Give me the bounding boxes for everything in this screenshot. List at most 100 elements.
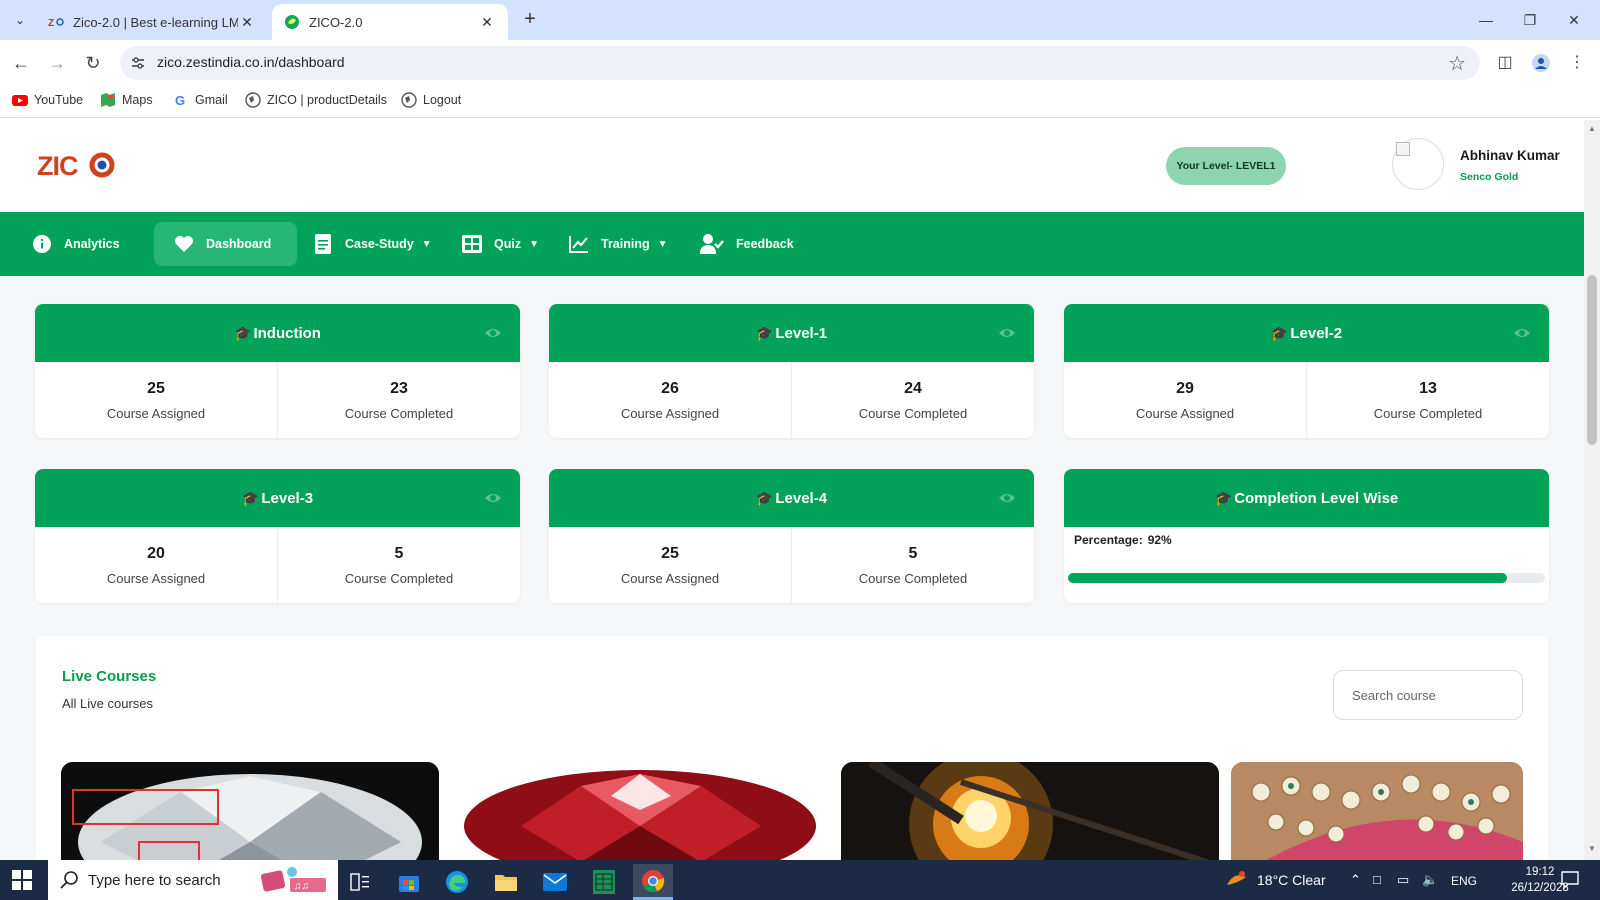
site-header: ZIC Your Level- LEVEL1 Abhinav Kumar Sen… <box>0 120 1584 212</box>
microsoft-store-icon[interactable] <box>389 864 429 900</box>
site-settings-icon[interactable] <box>130 55 146 71</box>
back-button[interactable]: ← <box>8 50 34 76</box>
course-card-level-3: 🎓 Level-3 20 Course Assigned 5 Course Comp… <box>35 469 520 603</box>
file-explorer-icon[interactable] <box>486 864 526 900</box>
bookmark-star-icon[interactable]: ☆ <box>1448 51 1466 76</box>
eye-icon[interactable] <box>484 489 502 507</box>
zico-favicon-icon: Z <box>48 18 64 29</box>
show-hidden-icons-chevron-icon[interactable]: ⌃ <box>1350 872 1361 888</box>
eye-icon[interactable] <box>998 489 1016 507</box>
tab-close-icon[interactable]: ✕ <box>238 14 256 31</box>
course-completed-stat: 13 Course Completed <box>1306 362 1549 438</box>
graduation-cap-icon: 🎓 <box>234 324 252 341</box>
svg-text:♫♫: ♫♫ <box>294 881 309 892</box>
weather-icon[interactable] <box>1224 869 1248 891</box>
nav-item-case-study[interactable]: Case-Study ▼ <box>313 222 432 266</box>
maps-icon <box>101 93 115 107</box>
search-highlight-illustration: ♫♫ <box>260 867 326 892</box>
avatar[interactable] <box>1392 138 1444 190</box>
card-title: Level-3 <box>261 489 314 507</box>
zico-logo[interactable]: ZIC <box>36 146 116 182</box>
nav-item-training[interactable]: Training ▼ <box>569 222 668 266</box>
nav-item-quiz[interactable]: Quiz ▼ <box>462 222 539 266</box>
card-header: 🎓 Level-4 <box>549 469 1034 527</box>
task-view-icon[interactable] <box>340 864 380 900</box>
bookmark-gmail[interactable]: G Gmail <box>173 92 228 108</box>
minimize-button[interactable]: — <box>1466 6 1506 34</box>
language-indicator[interactable]: ENG <box>1451 874 1477 888</box>
browser-menu-icon[interactable]: ⋮ <box>1564 50 1590 76</box>
diamond-image <box>61 762 439 860</box>
eye-icon[interactable] <box>1513 324 1531 342</box>
card-title: Completion Level Wise <box>1234 489 1399 507</box>
svg-text:Z: Z <box>48 18 54 29</box>
page-scrollbar[interactable]: ▲ ▼ <box>1584 120 1600 860</box>
edge-icon[interactable] <box>437 864 477 900</box>
live-courses-section: Live Courses All Live courses <box>36 636 1548 860</box>
course-card-level-1: 🎓 Level-1 26 Course Assigned 24 Course Com… <box>549 304 1034 438</box>
nav-item-analytics[interactable]: Analytics <box>32 222 120 266</box>
notifications-icon[interactable] <box>1560 870 1580 890</box>
windows-taskbar: Type here to search ♫♫ 18°C Clear ⌃ □ ▭ … <box>0 860 1600 900</box>
heart-icon <box>174 234 194 254</box>
meet-now-icon[interactable]: □ <box>1373 872 1381 887</box>
course-assigned-stat: 29 Course Assigned <box>1135 380 1235 421</box>
bookmark-zico-product-details[interactable]: ZICO | productDetails <box>245 92 387 108</box>
completion-progress-bar <box>1068 573 1545 583</box>
info-icon <box>32 234 52 254</box>
weather-text[interactable]: 18°C Clear <box>1257 872 1326 888</box>
eye-icon[interactable] <box>998 324 1016 342</box>
forward-button[interactable]: → <box>44 50 70 76</box>
windows-start-icon[interactable] <box>12 870 32 890</box>
scrollbar-thumb[interactable] <box>1587 275 1597 445</box>
chart-line-icon <box>569 234 589 254</box>
course-assigned-stat: 25 Course Assigned <box>106 380 206 421</box>
course-thumbnail-jewellery[interactable] <box>1231 762 1523 860</box>
side-panel-icon[interactable]: ◫ <box>1492 50 1518 76</box>
address-bar[interactable]: zico.zestindia.co.in/dashboard ☆ <box>120 46 1480 80</box>
search-course-input[interactable] <box>1333 670 1523 720</box>
course-card-level-2: 🎓 Level-2 29 Course Assigned 13 Course Com… <box>1064 304 1549 438</box>
course-thumbnail-ruby[interactable] <box>451 762 829 860</box>
reload-button[interactable]: ↻ <box>80 50 106 76</box>
bookmark-logout[interactable]: Logout <box>401 92 461 108</box>
mail-icon[interactable] <box>535 864 575 900</box>
spreadsheet-app-icon[interactable] <box>584 864 624 900</box>
close-window-button[interactable]: ✕ <box>1554 6 1594 34</box>
caret-down-icon: ▼ <box>421 238 432 250</box>
course-completed-stat: 23 Course Completed <box>277 362 520 438</box>
card-stats: 25 Course Assigned 23 Course Completed <box>35 362 520 438</box>
nav-item-dashboard[interactable]: Dashboard <box>154 222 297 266</box>
bookmark-youtube[interactable]: YouTube <box>12 92 83 108</box>
browser-tab-zico-lms[interactable]: Z Zico-2.0 | Best e-learning LMS In ✕ <box>36 4 268 40</box>
eye-icon[interactable] <box>484 324 502 342</box>
bookmarks-bar: YouTube Maps G Gmail ZICO | productDetai… <box>0 86 1600 118</box>
graduation-cap-icon: 🎓 <box>1270 324 1289 341</box>
taskbar-search-box[interactable]: Type here to search ♫♫ <box>48 860 338 900</box>
new-tab-button[interactable]: + <box>518 8 542 32</box>
url-text[interactable]: zico.zestindia.co.in/dashboard <box>157 54 345 70</box>
chrome-icon[interactable] <box>633 864 673 900</box>
course-assigned-stat: 20 Course Assigned <box>106 545 206 586</box>
course-thumbnail-diamond[interactable] <box>61 762 439 860</box>
restore-button[interactable]: ❐ <box>1510 6 1550 34</box>
scroll-down-arrow-icon[interactable]: ▼ <box>1588 844 1596 853</box>
jewellery-image <box>1231 762 1523 860</box>
bookmark-maps[interactable]: Maps <box>100 92 153 108</box>
section-title: Live Courses <box>62 668 157 685</box>
network-icon[interactable]: ▭ <box>1397 872 1409 888</box>
main-navbar: Analytics Dashboard Case-Study ▼ Quiz ▼ … <box>0 212 1584 276</box>
browser-tab-zico-dashboard[interactable]: ZICO-2.0 ✕ <box>272 4 508 40</box>
nav-item-feedback[interactable]: Feedback <box>700 222 794 266</box>
card-title: Level-1 <box>775 324 828 342</box>
scroll-up-arrow-icon[interactable]: ▲ <box>1588 124 1596 133</box>
tab-search-chevron-icon[interactable]: ⌄ <box>8 8 32 32</box>
card-title: Level-2 <box>1290 324 1343 342</box>
completion-progress-fill <box>1068 573 1507 583</box>
tab-close-icon[interactable]: ✕ <box>478 14 496 31</box>
user-check-icon <box>700 234 724 254</box>
profile-icon[interactable] <box>1528 50 1554 76</box>
svg-text:ZIC: ZIC <box>37 151 78 181</box>
volume-icon[interactable]: 🔈 <box>1422 872 1438 888</box>
course-thumbnail-gold-smelting[interactable] <box>841 762 1219 860</box>
